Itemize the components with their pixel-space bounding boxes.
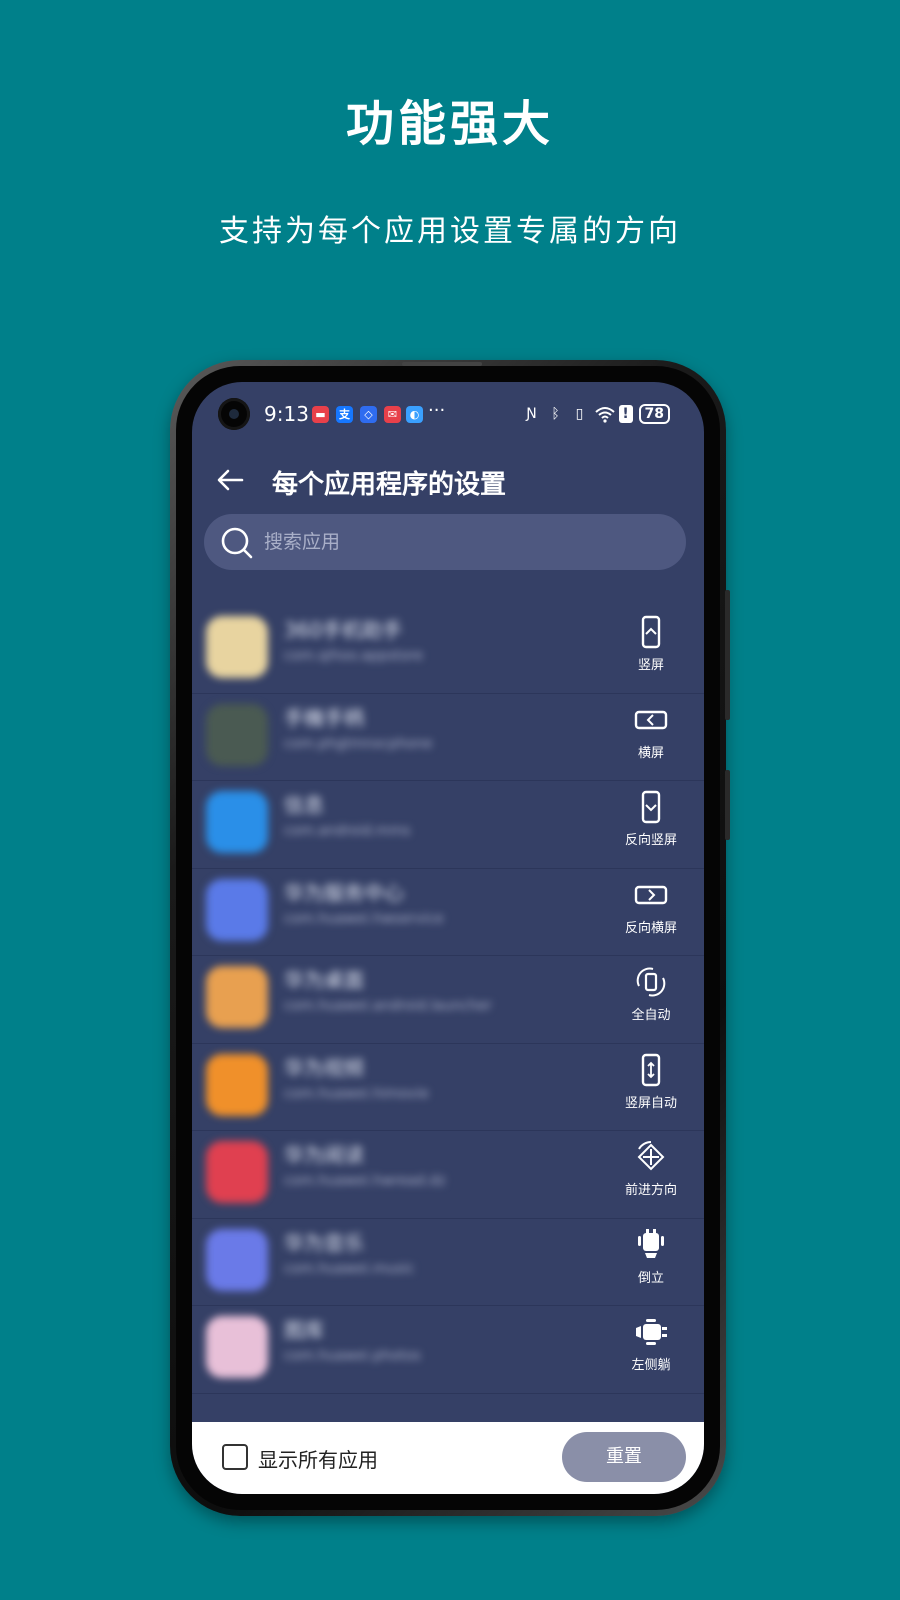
alert-icon: ! xyxy=(618,405,633,423)
app-name: 手機手柄 xyxy=(284,705,364,730)
app-list: 360手机助手 com.qihoo.appstore 竖屏手機手柄 com.phgtm… xyxy=(192,606,704,1394)
app-name: 华为音乐 xyxy=(284,1230,364,1255)
status-time: 9:13 xyxy=(264,402,309,426)
earpiece xyxy=(402,362,482,366)
app-icon xyxy=(206,966,268,1028)
app-icon xyxy=(206,616,268,678)
orientation-label: 左侧躺 xyxy=(631,1358,671,1373)
orientation-selector[interactable]: 反向竖屏 xyxy=(610,789,692,848)
app-list-item[interactable]: 信息 com.android.mms 反向竖屏 xyxy=(192,781,704,869)
app-name: 图库 xyxy=(284,1318,324,1342)
landscape-icon xyxy=(610,702,692,738)
volume-button xyxy=(725,590,730,720)
alipay-notification-icon: 支 xyxy=(336,406,353,423)
orientation-label: 反向横屏 xyxy=(624,920,677,936)
orientation-selector[interactable]: 竖屏自动 xyxy=(610,1052,692,1111)
search-icon xyxy=(221,527,253,559)
status-indicators: Ɲ ᛒ ▯ ! 78 xyxy=(523,404,670,424)
mail-notification-icon: ✉ xyxy=(384,406,401,423)
more-notifications-icon: ··· xyxy=(428,400,446,421)
app-list-item[interactable]: 华为阅读 com.huawei.hwread.dz 前进方向 xyxy=(192,1131,704,1219)
app-package: com.huawei.music xyxy=(284,1260,415,1277)
app-name: 华为阅读 xyxy=(284,1143,364,1167)
forward-direction-icon xyxy=(610,1139,692,1175)
nfc-icon: Ɲ xyxy=(526,406,537,422)
app-package: com.huawei.hwservice xyxy=(284,910,444,927)
app-icon xyxy=(206,791,268,853)
orientation-label: 竖屏自动 xyxy=(624,1095,677,1111)
app-list-item[interactable]: 华为视频 com.huawei.himovie 竖屏自动 xyxy=(192,1044,704,1131)
orientation-label: 全自动 xyxy=(631,1008,671,1023)
app-package: com.huawei.android.launcher xyxy=(284,998,492,1014)
app-icon xyxy=(206,878,268,941)
portrait-auto-icon xyxy=(610,1052,692,1088)
app-icon xyxy=(206,703,268,766)
phone-screen: 9:13 ▬ 支 ◇ ✉ ◐ ··· Ɲ ᛒ ▯ ! 78 每个应用程序的设置 xyxy=(192,382,704,1494)
app-package: com.huawei.hwread.dz xyxy=(284,1173,446,1189)
headline: 功能强大 xyxy=(345,96,554,152)
app-icon xyxy=(206,1228,268,1291)
app-name: 华为服务中心 xyxy=(284,880,404,905)
upside-down-icon xyxy=(610,1227,692,1263)
vpn-notification-icon: ◐ xyxy=(406,406,423,423)
orientation-label: 倒立 xyxy=(637,1270,664,1286)
subline: 支持为每个应用设置专属的方向 xyxy=(219,214,681,249)
search-input[interactable] xyxy=(264,528,664,556)
app-package: com.android.mms xyxy=(284,823,411,839)
app-name: 华为视频 xyxy=(284,1055,364,1080)
orientation-label: 反向竖屏 xyxy=(624,833,677,848)
orientation-selector[interactable]: 前进方向 xyxy=(610,1139,692,1198)
reverse-landscape-icon xyxy=(610,877,692,913)
show-all-label[interactable]: 显示所有应用 xyxy=(258,1444,378,1473)
orientation-selector[interactable]: 横屏 xyxy=(610,702,692,761)
portrait-icon xyxy=(610,614,692,650)
bottom-bar: 显示所有应用 重置 xyxy=(192,1422,704,1494)
orientation-selector[interactable]: 左侧躺 xyxy=(610,1314,692,1373)
battery-indicator: 78 xyxy=(638,404,670,424)
orientation-selector[interactable]: 反向横屏 xyxy=(610,877,692,936)
reverse-portrait-icon xyxy=(610,789,692,825)
orientation-selector[interactable]: 倒立 xyxy=(610,1227,692,1286)
app-list-item[interactable]: 图库 com.huawei.photos 左侧躺 xyxy=(192,1306,704,1394)
orientation-selector[interactable]: 全自动 xyxy=(610,964,692,1023)
search-bar[interactable] xyxy=(204,514,686,570)
app-package: com.phgtmnxcphone xyxy=(284,735,433,752)
wifi-icon xyxy=(594,405,615,423)
front-camera xyxy=(218,398,250,430)
app-list-item[interactable]: 华为服务中心 com.huawei.hwservice 反向横屏 xyxy=(192,869,704,956)
app-icon xyxy=(206,1141,268,1203)
back-arrow-icon[interactable] xyxy=(216,466,244,494)
app-list-item[interactable]: 手機手柄 com.phgtmnxcphone 横屏 xyxy=(192,694,704,781)
orientation-label: 前进方向 xyxy=(624,1183,677,1198)
app-name: 华为桌面 xyxy=(284,968,364,992)
phone-frame: 9:13 ▬ 支 ◇ ✉ ◐ ··· Ɲ ᛒ ▯ ! 78 每个应用程序的设置 xyxy=(170,360,730,1516)
page-title: 每个应用程序的设置 xyxy=(272,470,507,500)
app-name: 360手机助手 xyxy=(284,618,403,642)
lie-left-icon xyxy=(610,1314,692,1350)
huawei-notification-icon: ▬ xyxy=(312,406,329,423)
app-icon xyxy=(206,1053,268,1116)
app-icon xyxy=(206,1316,268,1378)
app-package: com.huawei.himovie xyxy=(284,1085,429,1102)
bluetooth-icon: ᛒ xyxy=(551,406,560,422)
app-package: com.qihoo.appstore xyxy=(284,648,424,664)
app-notification-icon: ◇ xyxy=(360,406,377,423)
reset-button[interactable]: 重置 xyxy=(562,1432,686,1482)
app-name: 信息 xyxy=(284,793,324,817)
orientation-label: 竖屏 xyxy=(637,658,664,673)
power-button xyxy=(725,770,730,840)
app-list-item[interactable]: 360手机助手 com.qihoo.appstore 竖屏 xyxy=(192,606,704,694)
orientation-selector[interactable]: 竖屏 xyxy=(610,614,692,673)
vibrate-icon: ▯ xyxy=(575,406,584,422)
app-package: com.huawei.photos xyxy=(284,1348,421,1364)
app-list-item[interactable]: 华为音乐 com.huawei.music 倒立 xyxy=(192,1219,704,1306)
app-list-item[interactable]: 华为桌面 com.huawei.android.launcher 全自动 xyxy=(192,956,704,1044)
full-auto-icon xyxy=(610,964,692,1000)
orientation-label: 横屏 xyxy=(637,745,664,761)
show-all-checkbox[interactable] xyxy=(222,1444,248,1470)
